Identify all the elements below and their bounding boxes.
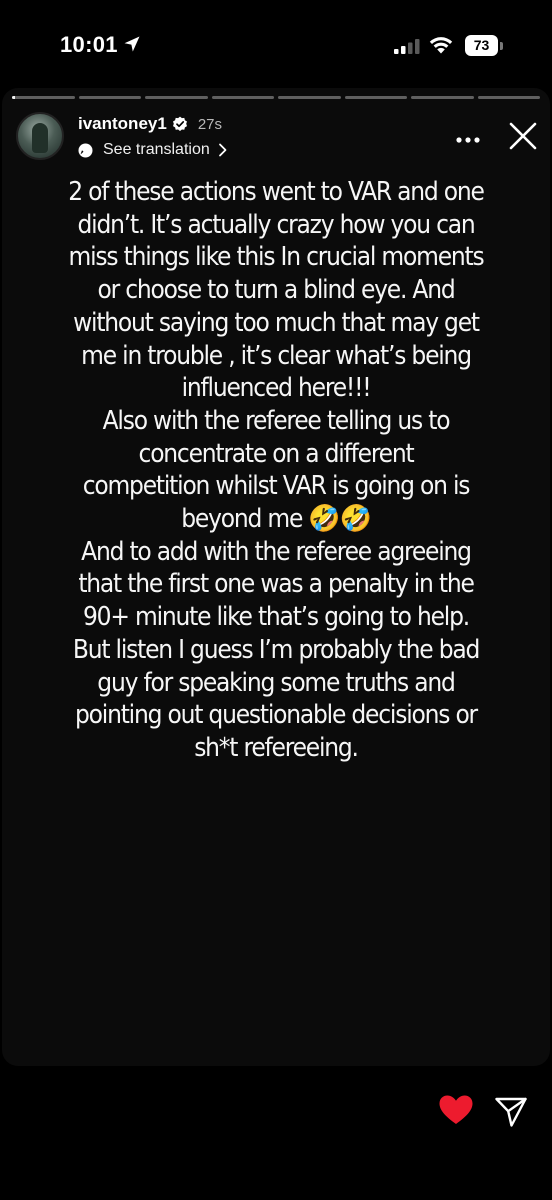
story-text-line: influenced here!!! (181, 373, 372, 404)
story-text-line: guy for speaking some truths and (97, 667, 456, 698)
username[interactable]: ivantoney1 (78, 114, 167, 134)
battery-cap (500, 42, 503, 50)
story-progress-segment (145, 96, 208, 99)
story-progress-segment (211, 96, 274, 99)
paper-plane-icon[interactable] (494, 1096, 528, 1128)
story-text-line: that the first one was a penalty in the (78, 569, 475, 600)
story-viewer[interactable]: ivantoney1 27s See translation 2 of thes… (2, 88, 550, 1066)
story-text-line: miss things like this In crucial moments (68, 242, 485, 273)
cellular-signal-icon (394, 39, 420, 54)
verified-badge-icon (172, 116, 187, 131)
story-progress-segment (278, 96, 341, 99)
story-header: ivantoney1 27s See translation (2, 106, 550, 166)
see-translation-button[interactable]: See translation (78, 139, 228, 161)
story-progress-segment (344, 96, 407, 99)
story-text-line: concentrate on a different (138, 438, 415, 469)
story-text-line: Also with the referee telling us to (102, 405, 451, 436)
avatar-figure (32, 123, 48, 153)
story-text-line: 2 of these actions went to VAR and one (68, 177, 485, 207)
story-text-line: or choose to turn a blind eye. And (97, 275, 455, 306)
more-options-icon[interactable] (456, 136, 480, 144)
story-time-ago: 27s (197, 115, 222, 133)
location-arrow-icon (124, 36, 140, 52)
story-text-line: competition whilst VAR is going on is (82, 471, 471, 502)
status-bar: 10:01 73 (0, 0, 552, 90)
story-text-line: 90+ minute like that’s going to help. (83, 602, 470, 633)
story-progress-segment (411, 96, 474, 99)
story-progress-segment (12, 96, 75, 99)
story-text-line: And to add with the referee agreeing (81, 536, 472, 567)
story-progress-segment (78, 96, 141, 99)
story-text-line: without saying too much that may get (73, 307, 480, 338)
battery-percent: 73 (465, 35, 498, 56)
story-text: 2 of these actions went to VAR and one di… (18, 176, 534, 765)
wifi-icon (429, 37, 453, 54)
story-progress-bars (12, 96, 540, 99)
see-translation-label: See translation (103, 141, 210, 158)
story-text-line: beyond me 🤣🤣 (181, 504, 372, 535)
translate-icon (78, 143, 93, 157)
avatar[interactable] (16, 112, 64, 160)
story-text-line: me in trouble , it’s clear what’s being (81, 340, 472, 371)
story-text-line: sh*t refereeing. (194, 732, 359, 763)
username-row: ivantoney1 27s (78, 113, 222, 135)
story-text-line: didn’t. It’s actually crazy how you can (77, 209, 475, 240)
chevron-right-icon (218, 143, 227, 157)
status-time: 10:01 (60, 32, 118, 57)
heart-icon[interactable] (438, 1094, 474, 1126)
story-progress-fill (12, 96, 16, 99)
story-text-line: pointing out questionable decisions or (75, 700, 478, 731)
story-text-line: But listen I guess I’m probably the bad (72, 634, 480, 665)
story-progress-segment (477, 96, 540, 99)
battery-indicator: 73 (465, 35, 505, 56)
close-icon[interactable] (508, 121, 538, 151)
